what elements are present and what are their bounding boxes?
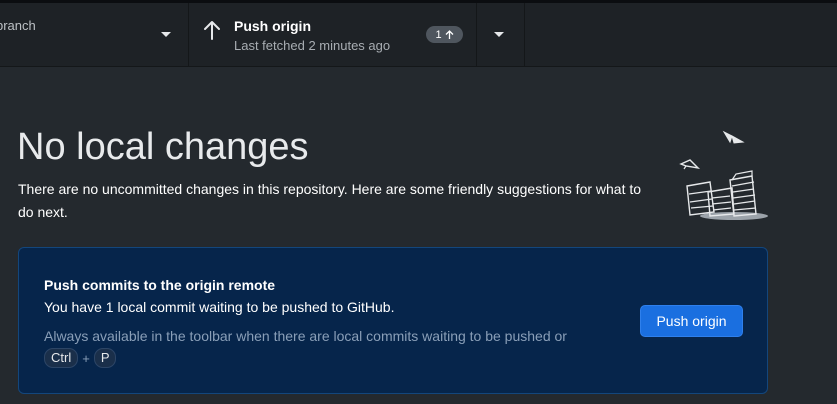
push-suggestion-card: Push commits to the origin remote You ha… — [18, 247, 768, 394]
current-branch-dropdown[interactable]: branch — [0, 3, 189, 66]
key-p: P — [93, 348, 117, 368]
push-options-dropdown[interactable] — [477, 3, 525, 66]
page-description: There are no uncommitted changes in this… — [18, 181, 642, 220]
last-fetched-text: Last fetched 2 minutes ago — [234, 38, 391, 53]
card-hint: Always available in the toolbar when the… — [44, 328, 567, 344]
push-origin-card-button[interactable]: Push origin — [640, 305, 743, 337]
card-text: You have 1 local commit waiting to be pu… — [44, 299, 395, 315]
shortcut-plus: + — [82, 350, 90, 366]
card-title: Push commits to the origin remote — [44, 277, 276, 293]
ahead-count: 1 — [435, 28, 442, 41]
key-ctrl: Ctrl — [44, 348, 79, 368]
chevron-down-icon — [494, 32, 504, 37]
push-origin-button[interactable]: Push origin Last fetched 2 minutes ago 1 — [189, 3, 477, 66]
branch-label: branch — [0, 18, 36, 33]
push-title: Push origin — [234, 18, 311, 34]
toolbar: branch Push origin Last fetched 2 minute… — [0, 0, 837, 67]
keyboard-shortcut: Ctrl + P — [44, 348, 117, 368]
ahead-count-badge: 1 — [426, 26, 463, 43]
arrow-up-icon — [445, 29, 454, 39]
page-title: No local changes — [17, 126, 309, 168]
no-changes-illustration — [679, 130, 768, 220]
arrow-up-icon — [204, 21, 220, 40]
chevron-down-icon — [161, 32, 171, 37]
